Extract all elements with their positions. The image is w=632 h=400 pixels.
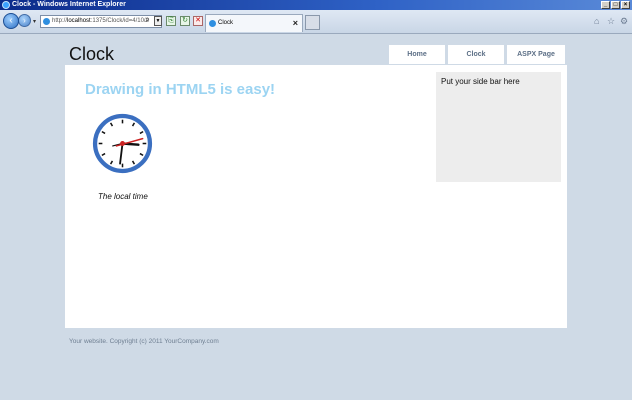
forward-button[interactable]: › — [18, 14, 31, 27]
address-prefix: http:// — [52, 18, 68, 24]
ie-logo-icon — [2, 1, 10, 9]
window-controls: _ □ × — [601, 1, 630, 9]
menu-item-aspx-page[interactable]: ASPX Page — [507, 45, 565, 64]
site-title: Clock — [69, 44, 115, 64]
sidebar-text: Put your side bar here — [441, 77, 520, 86]
new-tab-button[interactable] — [305, 15, 320, 30]
minimize-button[interactable]: _ — [601, 1, 610, 9]
menu-item-clock[interactable]: Clock — [448, 45, 504, 64]
sidebar: Put your side bar here — [436, 72, 561, 182]
window-title-bar: Clock - Windows Internet Explorer _ □ × — [0, 0, 632, 10]
close-button[interactable]: × — [621, 1, 630, 9]
address-host: localhost — [67, 18, 91, 24]
address-path: :1375/Clock/id=4/10/2 — [90, 18, 149, 24]
favorites-star-icon[interactable]: ☆ — [607, 16, 615, 27]
main-menu: Home Clock ASPX Page — [389, 45, 565, 64]
page-heading: Drawing in HTML5 is easy! — [85, 81, 276, 98]
refresh-icon[interactable]: ↻ — [180, 16, 190, 26]
back-button[interactable]: ‹ — [3, 13, 19, 29]
tab-clock[interactable]: Clock × — [205, 14, 303, 32]
search-icon[interactable]: ⌕ — [145, 14, 150, 25]
tab-close-icon[interactable]: × — [293, 15, 298, 31]
history-dropdown-icon[interactable]: ▾ — [33, 18, 36, 25]
clock-center — [120, 141, 125, 146]
menu-item-home[interactable]: Home — [389, 45, 445, 64]
address-bar[interactable]: http://localhost:1375/Clock/id=4/10/2 — [40, 15, 162, 28]
compatibility-view-icon[interactable]: ⎘ — [166, 16, 176, 26]
clock-caption: The local time — [98, 192, 148, 201]
stop-icon[interactable]: ✕ — [193, 16, 203, 26]
browser-toolbar: ‹ › ▾ http://localhost:1375/Clock/id=4/1… — [0, 10, 632, 34]
page-icon — [43, 18, 50, 25]
tab-favicon-icon — [209, 20, 216, 27]
address-dropdown-button[interactable]: ▼ — [154, 16, 162, 26]
tab-label: Clock — [218, 20, 234, 26]
tools-gear-icon[interactable]: ⚙ — [620, 16, 628, 27]
footer-text: Your website. Copyright (c) 2011 YourCom… — [69, 338, 219, 345]
window-title: Clock - Windows Internet Explorer — [12, 1, 126, 8]
main-content: Drawing in HTML5 is easy! Put your side … — [65, 65, 567, 328]
analog-clock — [92, 113, 153, 174]
maximize-button[interactable]: □ — [611, 1, 620, 9]
home-icon[interactable]: ⌂ — [594, 16, 599, 26]
